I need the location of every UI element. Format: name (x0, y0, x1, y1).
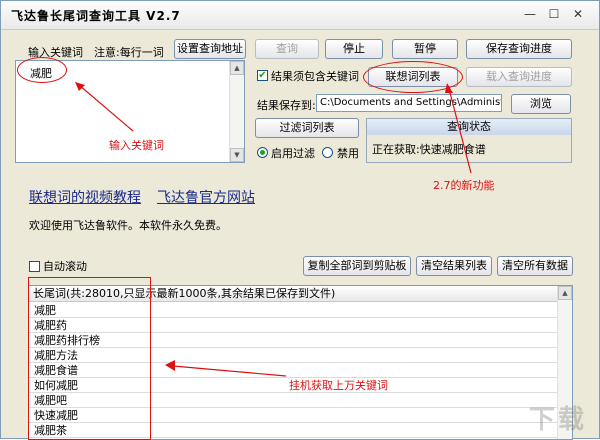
query-button[interactable]: 查询 (255, 39, 319, 59)
scroll-up-icon[interactable]: ▲ (230, 61, 244, 75)
tutorial-link[interactable]: 联想词的视频教程 (29, 187, 141, 207)
close-button[interactable]: ✕ (569, 6, 587, 22)
filter-list-button[interactable]: 过滤词列表 (255, 118, 359, 138)
watermark-text: 下载 (528, 405, 587, 435)
set-address-button[interactable]: 设置查询地址 (174, 39, 246, 59)
results-highlight-box (28, 277, 151, 440)
minimize-button[interactable]: — (521, 6, 539, 22)
input-hint-label: 注意:每行一词 (94, 46, 164, 59)
filter-enable-radio[interactable] (257, 147, 268, 158)
welcome-text: 欢迎使用飞达鲁软件。本软件永久免费。 (29, 219, 227, 232)
results-scroll-up-icon[interactable]: ▲ (558, 286, 572, 300)
keyword-highlight-circle (17, 57, 67, 83)
must-contain-label: 结果须包含关键词 (271, 70, 359, 83)
arrow-to-results-icon (165, 360, 287, 377)
annotation-input-keyword: 输入关键词 (109, 139, 164, 152)
auto-scroll-checkbox[interactable] (29, 261, 40, 272)
save-to-label: 结果保存到: (257, 99, 316, 112)
copy-all-button[interactable]: 复制全部词到剪贴板 (303, 256, 411, 276)
title-bar: 飞达鲁长尾词查询工具 V2.7 — ☐ ✕ (1, 1, 599, 30)
arrow-to-suggest-icon (445, 83, 472, 174)
app-window: 飞达鲁长尾词查询工具 V2.7 — ☐ ✕ 输入关键词 注意:每行一词 减肥 ▲… (0, 0, 600, 440)
stop-button[interactable]: 停止 (325, 39, 383, 59)
scroll-down-icon[interactable]: ▼ (230, 148, 244, 162)
auto-scroll-label: 自动滚动 (43, 260, 87, 273)
filter-disable-label: 禁用 (337, 147, 359, 160)
official-site-link[interactable]: 飞达鲁官方网站 (157, 187, 255, 207)
annotation-new-feature: 2.7的新功能 (433, 179, 495, 192)
load-progress-button[interactable]: 载入查询进度 (466, 67, 572, 87)
must-contain-checkbox[interactable]: ✔ (257, 70, 268, 81)
pause-button[interactable]: 暂停 (392, 39, 458, 59)
arrow-to-input-icon (75, 82, 134, 132)
clear-results-button[interactable]: 清空结果列表 (416, 256, 492, 276)
save-progress-button[interactable]: 保存查询进度 (466, 39, 572, 59)
annotation-auto-fetch: 挂机获取上万关键词 (289, 379, 388, 392)
clear-all-button[interactable]: 清空所有数据 (497, 256, 573, 276)
filter-disable-radio[interactable] (322, 147, 333, 158)
keyword-scrollbar[interactable]: ▲ ▼ (229, 61, 244, 162)
window-title: 飞达鲁长尾词查询工具 V2.7 (11, 9, 181, 23)
filter-enable-label: 启用过滤 (271, 147, 315, 160)
browse-button[interactable]: 浏览 (511, 94, 571, 114)
maximize-button[interactable]: ☐ (545, 6, 563, 22)
